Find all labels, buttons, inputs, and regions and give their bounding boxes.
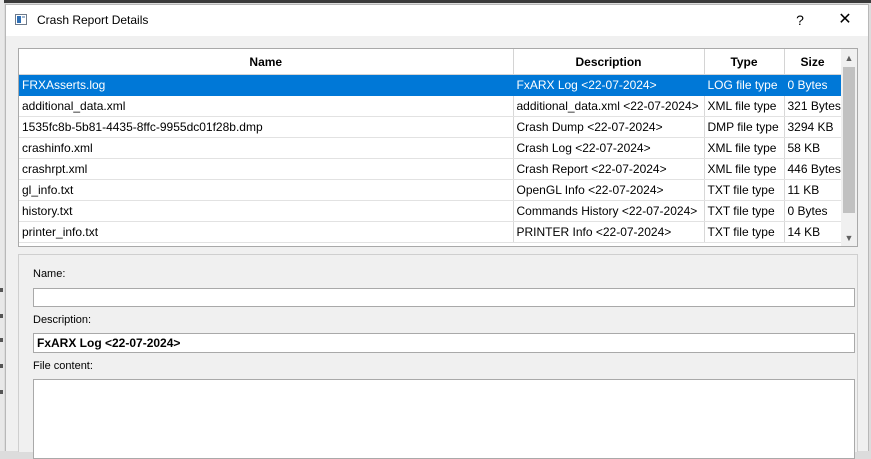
cell-description: PRINTER Info <22-07-2024> xyxy=(513,221,705,243)
cell-size: 321 Bytes xyxy=(784,95,842,117)
cell-description: Crash Log <22-07-2024> xyxy=(513,137,705,159)
column-header-description[interactable]: Description xyxy=(513,49,705,75)
table-row[interactable]: history.txt Commands History <22-07-2024>… xyxy=(19,200,842,222)
name-label: Name: xyxy=(33,268,66,280)
cell-type: XML file type xyxy=(704,95,785,117)
description-label: Description: xyxy=(33,314,92,326)
cell-description: OpenGL Info <22-07-2024> xyxy=(513,179,705,201)
cell-type: TXT file type xyxy=(704,200,785,222)
table-vertical-scrollbar[interactable]: ▲ ▼ xyxy=(841,49,857,246)
cell-size: 58 KB xyxy=(784,137,842,159)
table-row[interactable]: crashinfo.xml Crash Log <22-07-2024> XML f… xyxy=(19,137,842,159)
column-header-size[interactable]: Size xyxy=(784,49,842,75)
cell-name: 1535fc8b-5b81-4435-8ffc-9955dc01f28b.dmp xyxy=(19,116,514,138)
cell-type: DMP file type xyxy=(704,116,785,138)
cell-name: crashrpt.xml xyxy=(19,158,514,180)
cell-size: 14 KB xyxy=(784,221,842,243)
window-app-icon xyxy=(15,14,27,25)
cell-name: additional_data.xml xyxy=(19,95,514,117)
files-table: Name Description Type Size FRXAsserts.lo… xyxy=(18,48,858,247)
table-row[interactable]: gl_info.txt OpenGL Info <22-07-2024> TXT f… xyxy=(19,179,842,201)
name-field[interactable] xyxy=(33,288,855,307)
cell-name: FRXAsserts.log xyxy=(19,74,514,96)
cell-size: 0 Bytes xyxy=(784,200,842,222)
cell-size: 11 KB xyxy=(784,179,842,201)
cell-type: XML file type xyxy=(704,137,785,159)
cell-description: additional_data.xml <22-07-2024> xyxy=(513,95,705,117)
table-row[interactable]: additional_data.xml additional_data.xml <… xyxy=(19,95,842,117)
cell-name: crashinfo.xml xyxy=(19,137,514,159)
cell-name: gl_info.txt xyxy=(19,179,514,201)
cell-size: 3294 KB xyxy=(784,116,842,138)
cell-type: TXT file type xyxy=(704,221,785,243)
table-row[interactable]: 1535fc8b-5b81-4435-8ffc-9955dc01f28b.dmp… xyxy=(19,116,842,138)
cell-name: history.txt xyxy=(19,200,514,222)
column-header-name[interactable]: Name xyxy=(19,49,514,75)
scrollbar-thumb[interactable] xyxy=(843,67,855,213)
table-row[interactable]: FRXAsserts.log FxARX Log <22-07-2024> LOG … xyxy=(19,74,842,96)
cell-size: 446 Bytes xyxy=(784,158,842,180)
help-button[interactable]: ? xyxy=(788,9,812,31)
cell-description: Crash Report <22-07-2024> xyxy=(513,158,705,180)
cell-type: LOG file type xyxy=(704,74,785,96)
table-header-row: Name Description Type Size xyxy=(19,49,842,75)
description-field[interactable]: FxARX Log <22-07-2024> xyxy=(33,333,855,353)
file-content-area[interactable] xyxy=(33,379,855,459)
cell-description: Commands History <22-07-2024> xyxy=(513,200,705,222)
background-window-edge xyxy=(0,0,871,3)
table-row[interactable]: printer_info.txt PRINTER Info <22-07-2024… xyxy=(19,221,842,243)
file-content-label: File content: xyxy=(33,360,93,372)
crash-report-dialog: Crash Report Details ? ✕ Name Descriptio… xyxy=(5,4,869,459)
table-row[interactable]: crashrpt.xml Crash Report <22-07-2024> XML… xyxy=(19,158,842,180)
cell-description: FxARX Log <22-07-2024> xyxy=(513,74,705,96)
close-button[interactable]: ✕ xyxy=(832,9,858,31)
cell-type: TXT file type xyxy=(704,179,785,201)
file-details-panel: Name: Description: FxARX Log <22-07-2024… xyxy=(18,254,858,459)
scroll-up-arrow-icon[interactable]: ▲ xyxy=(841,52,857,64)
cell-size: 0 Bytes xyxy=(784,74,842,96)
cell-name: printer_info.txt xyxy=(19,221,514,243)
cell-description: Crash Dump <22-07-2024> xyxy=(513,116,705,138)
cell-type: XML file type xyxy=(704,158,785,180)
scroll-down-arrow-icon[interactable]: ▼ xyxy=(841,232,857,244)
title-bar[interactable]: Crash Report Details ? ✕ xyxy=(6,5,868,36)
column-header-type[interactable]: Type xyxy=(704,49,785,75)
window-title: Crash Report Details xyxy=(37,13,149,27)
